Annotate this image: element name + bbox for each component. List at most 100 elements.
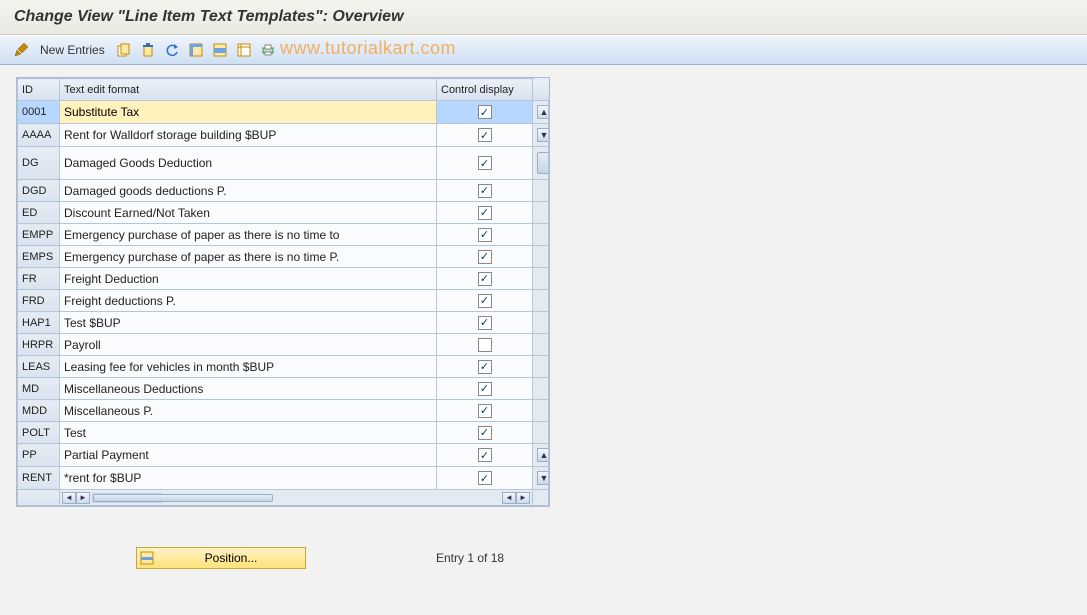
vscroll-up-icon[interactable]: ▲: [537, 105, 549, 119]
control-checkbox[interactable]: ✓: [478, 294, 492, 308]
cell-text[interactable]: Damaged Goods Deduction: [60, 147, 437, 180]
cell-text[interactable]: Partial Payment: [60, 444, 437, 467]
cell-ctrl: ✓: [437, 124, 533, 147]
cell-text[interactable]: Leasing fee for vehicles in month $BUP: [60, 356, 437, 378]
corner-cell: [533, 79, 549, 101]
hscroll-track[interactable]: [92, 493, 162, 503]
cell-text[interactable]: Damaged goods deductions P.: [60, 180, 437, 202]
toggle-change-icon[interactable]: [12, 41, 30, 59]
cell-id[interactable]: ED: [18, 202, 60, 224]
control-checkbox[interactable]: [478, 338, 492, 352]
cell-ctrl: ✓: [437, 356, 533, 378]
hscroll-thumb[interactable]: [93, 494, 273, 502]
cell-id[interactable]: RENT: [18, 467, 60, 490]
cell-id[interactable]: EMPS: [18, 246, 60, 268]
control-checkbox[interactable]: ✓: [478, 184, 492, 198]
cell-text[interactable]: Substitute Tax: [60, 101, 437, 124]
col-control-display[interactable]: Control display: [437, 79, 533, 101]
table-row[interactable]: LEASLeasing fee for vehicles in month $B…: [18, 356, 549, 378]
col-text-format[interactable]: Text edit format: [60, 79, 437, 101]
table-row[interactable]: FRFreight Deduction ✓: [18, 268, 549, 290]
cell-id[interactable]: MDD: [18, 400, 60, 422]
cell-text[interactable]: Test $BUP: [60, 312, 437, 334]
cell-text[interactable]: Test: [60, 422, 437, 444]
table-row[interactable]: HAP1Test $BUP ✓: [18, 312, 549, 334]
table-row[interactable]: HRPRPayroll: [18, 334, 549, 356]
cell-text[interactable]: Miscellaneous Deductions: [60, 378, 437, 400]
hscroll-right2-icon[interactable]: ►: [516, 492, 530, 504]
control-checkbox[interactable]: ✓: [478, 105, 492, 119]
control-checkbox[interactable]: ✓: [478, 128, 492, 142]
control-checkbox[interactable]: ✓: [478, 448, 492, 462]
delete-icon[interactable]: [139, 41, 157, 59]
cell-text[interactable]: Freight deductions P.: [60, 290, 437, 312]
vscroll-down2-icon[interactable]: ▼: [537, 471, 549, 485]
cell-id[interactable]: POLT: [18, 422, 60, 444]
cell-id[interactable]: HRPR: [18, 334, 60, 356]
control-checkbox[interactable]: ✓: [478, 228, 492, 242]
control-checkbox[interactable]: ✓: [478, 206, 492, 220]
control-checkbox[interactable]: ✓: [478, 471, 492, 485]
table-row[interactable]: FRDFreight deductions P. ✓: [18, 290, 549, 312]
cell-id[interactable]: FRD: [18, 290, 60, 312]
table-row[interactable]: DGDDamaged goods deductions P. ✓: [18, 180, 549, 202]
select-block-icon[interactable]: [211, 41, 229, 59]
table-row[interactable]: PPPartial Payment ✓ ▲: [18, 444, 549, 467]
table-row[interactable]: EMPSEmergency purchase of paper as there…: [18, 246, 549, 268]
horizontal-scrollbar[interactable]: ◄ ► ◄ ►: [60, 491, 532, 505]
cell-id[interactable]: AAAA: [18, 124, 60, 147]
table-row[interactable]: MDMiscellaneous Deductions ✓: [18, 378, 549, 400]
hscroll-right-icon[interactable]: ►: [76, 492, 90, 504]
control-checkbox[interactable]: ✓: [478, 404, 492, 418]
col-id[interactable]: ID: [18, 79, 60, 101]
cell-id[interactable]: 0001: [18, 101, 60, 124]
cell-id[interactable]: EMPP: [18, 224, 60, 246]
table-row[interactable]: RENT*rent for $BUP ✓ ▼: [18, 467, 549, 490]
cell-text[interactable]: Emergency purchase of paper as there is …: [60, 224, 437, 246]
cell-text[interactable]: Emergency purchase of paper as there is …: [60, 246, 437, 268]
vscroll-up2-icon[interactable]: ▲: [537, 448, 549, 462]
vscroll-thumb[interactable]: [537, 152, 549, 174]
table-row[interactable]: AAAARent for Walldorf storage building $…: [18, 124, 549, 147]
table-row[interactable]: EMPPEmergency purchase of paper as there…: [18, 224, 549, 246]
cell-id[interactable]: DG: [18, 147, 60, 180]
cell-text[interactable]: Miscellaneous P.: [60, 400, 437, 422]
table-row[interactable]: MDDMiscellaneous P. ✓: [18, 400, 549, 422]
cell-id[interactable]: HAP1: [18, 312, 60, 334]
control-checkbox[interactable]: ✓: [478, 382, 492, 396]
table-row[interactable]: 0001Substitute Tax ✓ ▲: [18, 101, 549, 124]
cell-text[interactable]: *rent for $BUP: [60, 467, 437, 490]
table-row[interactable]: EDDiscount Earned/Not Taken ✓: [18, 202, 549, 224]
control-checkbox[interactable]: ✓: [478, 272, 492, 286]
vscroll-cell: [533, 400, 549, 422]
control-checkbox[interactable]: ✓: [478, 360, 492, 374]
hscroll-left2-icon[interactable]: ◄: [502, 492, 516, 504]
cell-id[interactable]: DGD: [18, 180, 60, 202]
cell-ctrl: ✓: [437, 422, 533, 444]
new-entries-button[interactable]: New Entries: [36, 43, 109, 57]
vscroll-down-icon[interactable]: ▼: [537, 128, 549, 142]
cell-text[interactable]: Freight Deduction: [60, 268, 437, 290]
select-all-icon[interactable]: [187, 41, 205, 59]
cell-text[interactable]: Rent for Walldorf storage building $BUP: [60, 124, 437, 147]
cell-id[interactable]: PP: [18, 444, 60, 467]
position-button[interactable]: Position...: [136, 547, 306, 569]
cell-text[interactable]: Payroll: [60, 334, 437, 356]
cell-ctrl: ✓: [437, 268, 533, 290]
cell-id[interactable]: LEAS: [18, 356, 60, 378]
cell-ctrl: ✓: [437, 467, 533, 490]
cell-id[interactable]: MD: [18, 378, 60, 400]
control-checkbox[interactable]: ✓: [478, 250, 492, 264]
deselect-all-icon[interactable]: [235, 41, 253, 59]
control-checkbox[interactable]: ✓: [478, 426, 492, 440]
cell-id[interactable]: FR: [18, 268, 60, 290]
cell-text[interactable]: Discount Earned/Not Taken: [60, 202, 437, 224]
copy-as-icon[interactable]: [115, 41, 133, 59]
table-row[interactable]: POLTTest ✓: [18, 422, 549, 444]
print-icon[interactable]: [259, 41, 277, 59]
control-checkbox[interactable]: ✓: [478, 316, 492, 330]
hscroll-left-icon[interactable]: ◄: [62, 492, 76, 504]
table-row[interactable]: DGDamaged Goods Deduction ✓: [18, 147, 549, 180]
undo-icon[interactable]: [163, 41, 181, 59]
control-checkbox[interactable]: ✓: [478, 156, 492, 170]
